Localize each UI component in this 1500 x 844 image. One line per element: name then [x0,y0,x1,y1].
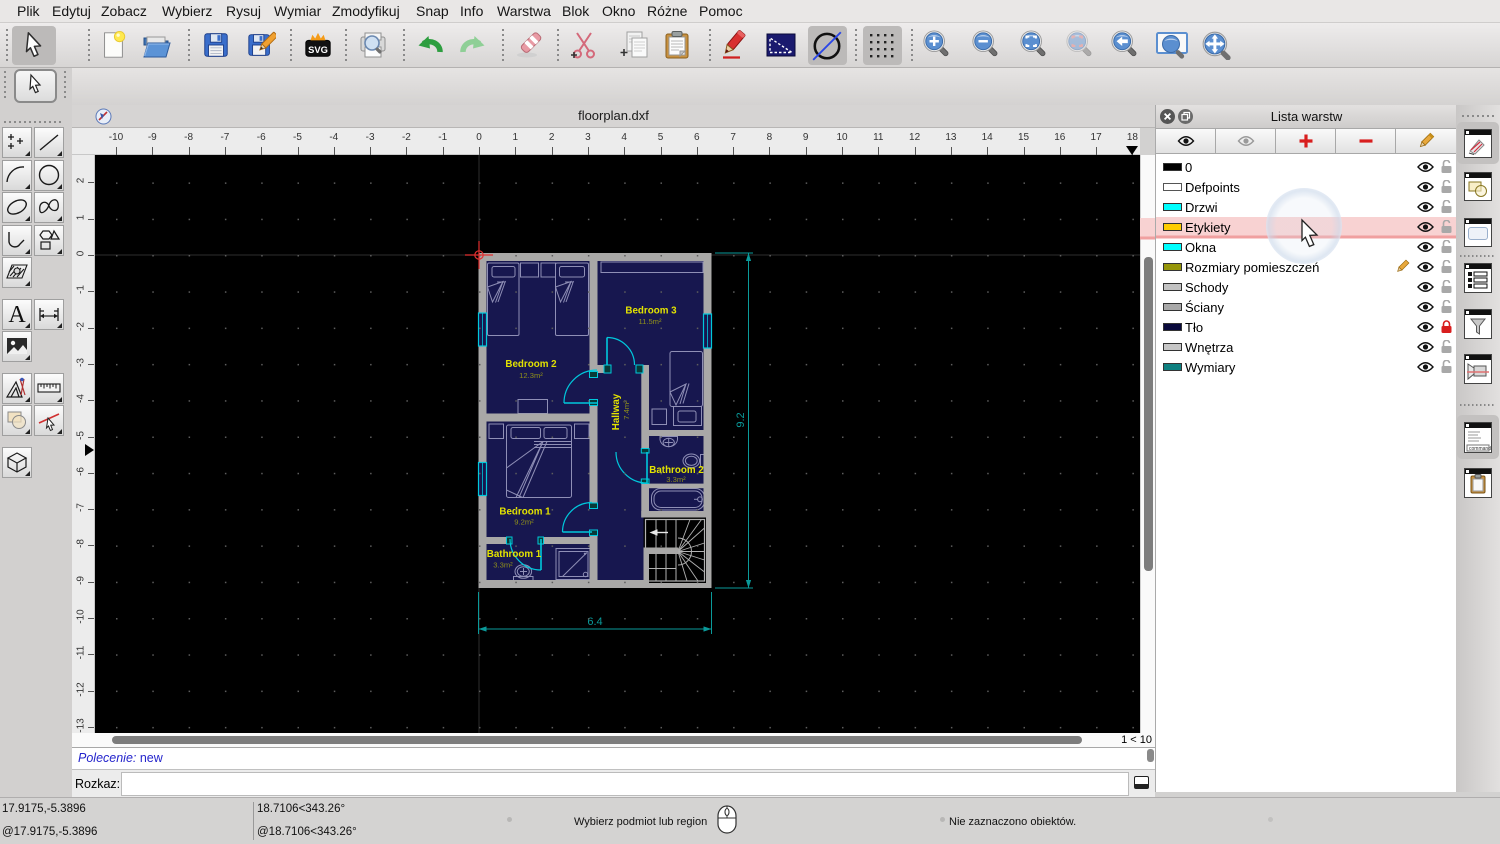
svg-text:command: command [1469,446,1491,452]
svg-text:SVG: SVG [308,45,328,55]
svg-text:A: A [8,302,26,328]
